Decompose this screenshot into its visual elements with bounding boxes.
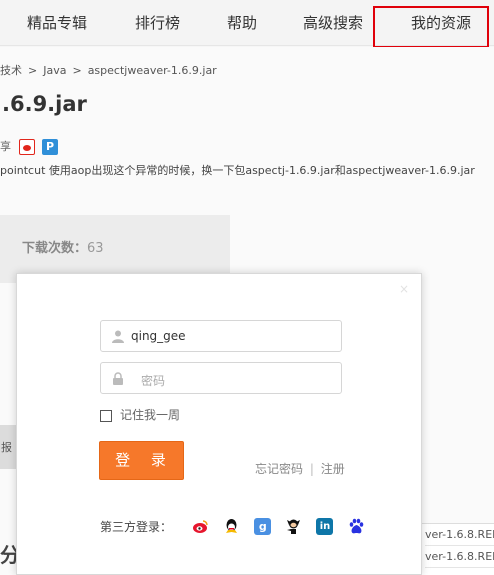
top-nav: 精品专辑 排行榜 帮助 高级搜索 我的资源 [0, 0, 494, 48]
breadcrumb-item[interactable]: 技术 [0, 64, 22, 77]
share-row: 享 P [0, 138, 58, 156]
google-icon[interactable]: g [254, 518, 272, 535]
nav-item-featured[interactable]: 精品专辑 [27, 12, 87, 33]
github-icon[interactable] [285, 518, 302, 535]
links-separator: | [309, 462, 314, 476]
third-party-label: 第三方登录： [100, 520, 173, 534]
weibo-icon[interactable] [192, 518, 209, 535]
breadcrumb: 技术 > Java > aspectjweaver-1.6.9.jar [0, 62, 223, 78]
nav-item-ranking[interactable]: 排行榜 [135, 12, 180, 33]
weibo-share-icon[interactable] [18, 139, 35, 155]
highlight-box [373, 6, 489, 48]
download-count-label: 下载次数： [22, 241, 88, 256]
username-field[interactable]: qing_gee [100, 320, 342, 352]
download-count-stat: 下载次数：63 [22, 237, 104, 256]
related-item[interactable]: ver-1.6.8.RELE [425, 524, 494, 546]
forgot-password-link[interactable]: 忘记密码 [255, 462, 303, 476]
nav-item-help[interactable]: 帮助 [227, 12, 257, 33]
breadcrumb-separator: > [72, 64, 82, 77]
password-field[interactable]: 密码 [100, 362, 342, 394]
login-button[interactable]: 登 录 [99, 441, 184, 480]
breadcrumb-current: aspectjweaver-1.6.9.jar [87, 64, 217, 77]
resource-description: pointcut 使用aop出现这个异常的时候，换一下包aspectj-1.6.… [0, 164, 475, 177]
close-icon[interactable]: × [399, 282, 409, 296]
password-placeholder: 密码 [141, 374, 166, 388]
remember-label: 记住我一周 [120, 408, 181, 422]
login-modal: × qing_gee 密码 记住我一周 登 录 忘记密码 | 注册 第三方登录：… [16, 273, 422, 575]
breadcrumb-separator: > [28, 64, 38, 77]
third-party-login: 第三方登录： g in [100, 516, 365, 535]
lock-icon [113, 372, 123, 385]
qq-icon[interactable] [223, 518, 240, 535]
username-value: qing_gee [131, 329, 186, 343]
related-resources: ver-1.6.8.RELE ver-1.6.8.RELE [422, 523, 494, 575]
nav-item-advanced-search[interactable]: 高级搜索 [303, 12, 363, 33]
account-links: 忘记密码 | 注册 [255, 460, 345, 477]
remember-checkbox[interactable] [100, 409, 112, 422]
baidu-icon[interactable] [348, 518, 365, 535]
related-item[interactable]: ver-1.6.8.RELE [425, 546, 494, 568]
share-label: 享 [0, 140, 11, 153]
breadcrumb-item[interactable]: Java [43, 64, 66, 77]
remember-me[interactable]: 记住我一周 [100, 404, 180, 422]
share-p-icon[interactable]: P [42, 139, 58, 155]
resource-title: .6.9.jar [2, 92, 87, 116]
linkedin-icon[interactable]: in [316, 518, 334, 535]
download-count-value: 63 [87, 241, 104, 256]
register-link[interactable]: 注册 [321, 462, 345, 476]
user-icon [112, 330, 124, 343]
